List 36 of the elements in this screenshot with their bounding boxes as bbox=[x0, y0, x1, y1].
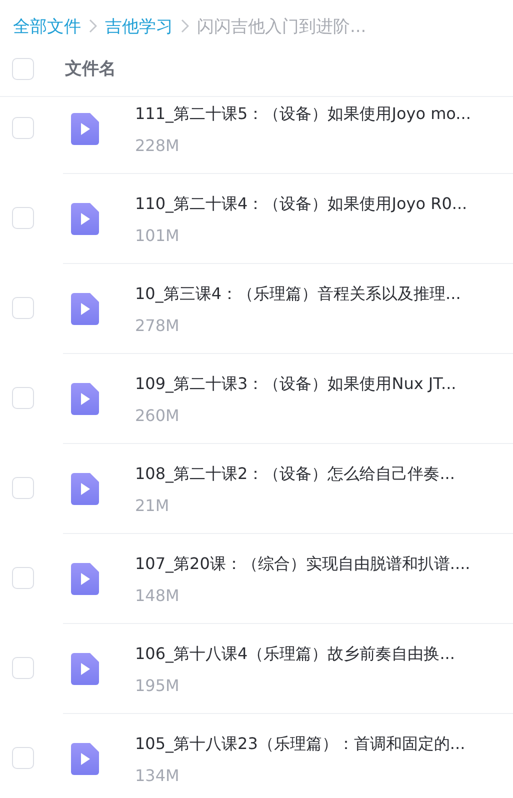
file-size: 260M bbox=[135, 406, 180, 426]
file-name[interactable]: 109_第二十课3：（设备）如果使用Nux JT... bbox=[135, 374, 456, 394]
file-name[interactable]: 106_第十八课4（乐理篇）故乡前奏自由换... bbox=[135, 644, 455, 664]
file-size: 101M bbox=[135, 226, 180, 246]
file-name[interactable]: 107_第20课：（综合）实现自由脱谱和扒谱.... bbox=[135, 554, 470, 574]
video-file-icon bbox=[71, 292, 99, 324]
row-checkbox[interactable] bbox=[12, 117, 34, 139]
row-checkbox[interactable] bbox=[12, 207, 34, 229]
video-file-icon bbox=[71, 382, 99, 414]
video-file-icon bbox=[71, 472, 99, 504]
file-size: 148M bbox=[135, 586, 180, 606]
file-size: 228M bbox=[135, 136, 180, 156]
chevron-right-icon bbox=[181, 19, 189, 33]
video-file-icon bbox=[71, 652, 99, 684]
video-file-icon bbox=[71, 742, 99, 774]
video-file-icon bbox=[71, 202, 99, 234]
file-size: 278M bbox=[135, 316, 180, 336]
file-name[interactable]: 108_第二十课2：（设备）怎么给自己伴奏... bbox=[135, 464, 455, 484]
column-header: 文件名 bbox=[65, 58, 116, 80]
video-file-icon bbox=[71, 112, 99, 144]
row-checkbox[interactable] bbox=[12, 477, 34, 499]
select-all-checkbox[interactable] bbox=[12, 58, 34, 80]
file-name[interactable]: 10_第三课4：（乐理篇）音程关系以及推理... bbox=[135, 284, 461, 304]
file-size: 195M bbox=[135, 676, 180, 696]
file-name[interactable]: 110_第二十课4：（设备）如果使用Joyo R0... bbox=[135, 194, 468, 214]
row-checkbox[interactable] bbox=[12, 567, 34, 589]
file-size: 134M bbox=[135, 766, 180, 786]
row-checkbox[interactable] bbox=[12, 657, 34, 679]
file-size: 21M bbox=[135, 496, 170, 516]
row-checkbox[interactable] bbox=[12, 387, 34, 409]
video-file-icon bbox=[71, 562, 99, 594]
file-name[interactable]: 111_第二十课5：（设备）如果使用Joyo mo... bbox=[135, 104, 471, 124]
row-checkbox[interactable] bbox=[12, 297, 34, 319]
chevron-right-icon bbox=[89, 19, 97, 33]
file-name[interactable]: 105_第十八课23（乐理篇）：首调和固定的... bbox=[135, 734, 466, 754]
row-checkbox[interactable] bbox=[12, 747, 34, 769]
